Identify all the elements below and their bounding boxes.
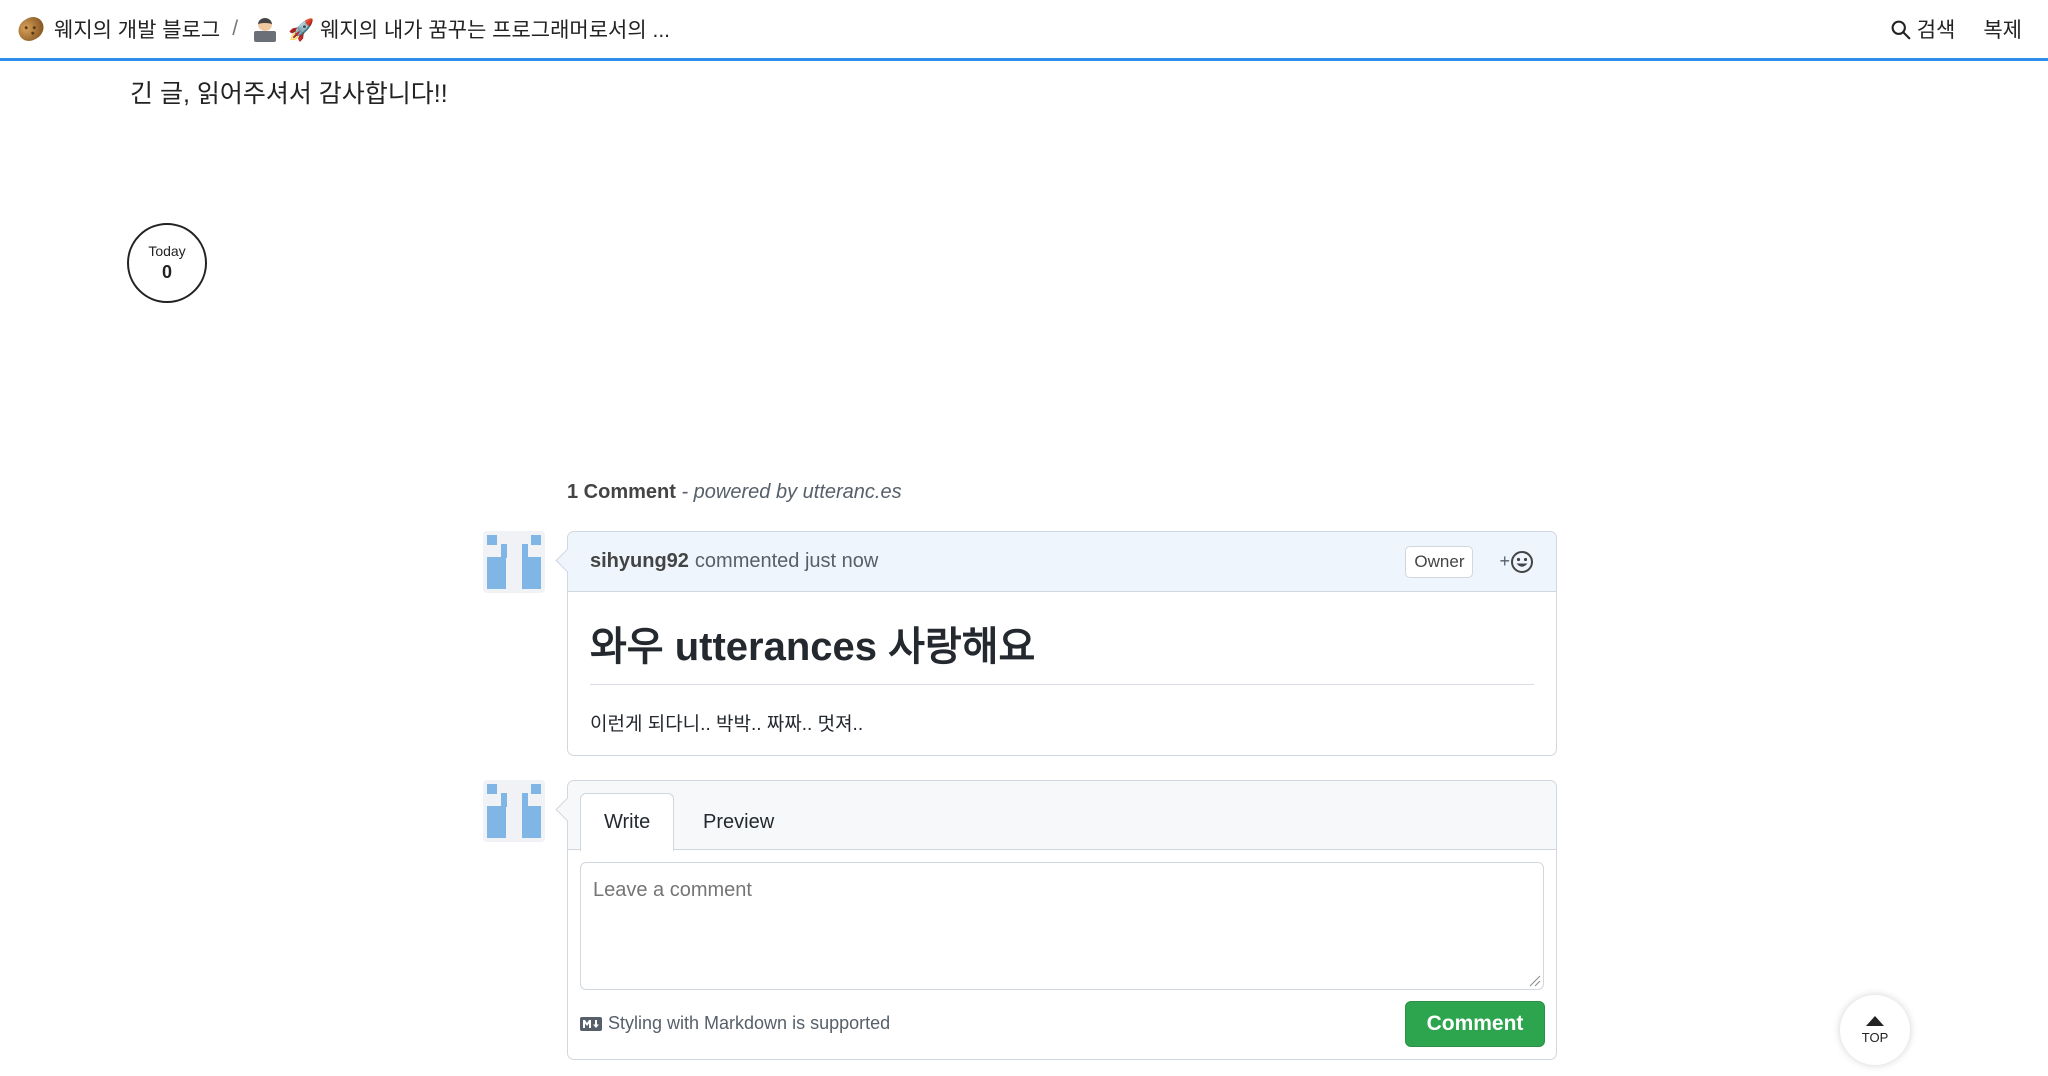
add-reaction-button[interactable]: +: [1499, 550, 1534, 574]
visit-counter: Today 0: [127, 223, 207, 303]
comment-header: sihyung92 commented just now Owner +: [568, 532, 1556, 592]
breadcrumb-separator: /: [232, 17, 239, 40]
editor-tabs: Write Preview: [568, 781, 1556, 851]
top-navigation-bar: 웨지의 개발 블로그 / 🚀 웨지의 내가 꿈꾸는 프로그래머로서의 ... 검…: [0, 0, 2048, 61]
search-button[interactable]: 검색: [1890, 14, 1956, 44]
smiley-icon: [1511, 550, 1533, 573]
comment-heading: 와우 utterances 사랑해요: [590, 614, 1534, 685]
current-user-avatar: [483, 780, 545, 842]
tab-write[interactable]: Write: [580, 793, 675, 851]
current-post-crumb: 🚀 웨지의 내가 꿈꾸는 프로그래머로서의 ...: [252, 14, 670, 44]
blog-home-link[interactable]: 웨지의 개발 블로그: [14, 12, 221, 46]
blog-title: 웨지의 개발 블로그: [54, 19, 221, 42]
search-label: 검색: [1916, 19, 1956, 42]
scroll-top-label: TOP: [1861, 1029, 1889, 1045]
reaction-plus: +: [1499, 551, 1510, 571]
commenter-avatar[interactable]: [483, 531, 545, 593]
tab-preview[interactable]: Preview: [680, 793, 797, 851]
visit-counter-label: Today: [148, 243, 186, 259]
markdown-support-note[interactable]: Styling with Markdown is supported: [580, 1013, 890, 1034]
markdown-icon: [580, 1016, 602, 1031]
submit-comment-button[interactable]: Comment: [1405, 1001, 1545, 1047]
arrow-up-icon: [1866, 1015, 1884, 1026]
comment-card: sihyung92 commented just now Owner + 와우 …: [567, 531, 1557, 756]
article-closing-text: 긴 글, 읽어주셔서 감사합니다!!: [130, 80, 448, 108]
copy-button[interactable]: 복제: [1983, 14, 2022, 44]
markdown-note-text: Styling with Markdown is supported: [608, 1013, 891, 1033]
post-title: 🚀 웨지의 내가 꿈꾸는 프로그래머로서의 ...: [288, 19, 671, 42]
comment-textarea[interactable]: [580, 862, 1544, 990]
scroll-top-button[interactable]: TOP: [1840, 995, 1910, 1065]
hacker-icon: [252, 16, 278, 42]
resize-handle-icon[interactable]: [1529, 975, 1541, 987]
breadcrumb: 웨지의 개발 블로그 / 🚀 웨지의 내가 꿈꾸는 프로그래머로서의 ...: [14, 12, 670, 46]
comment-body: 와우 utterances 사랑해요 이런게 되다니.. 박박.. 짜짜.. 멋…: [568, 592, 1556, 758]
powered-by-link[interactable]: - powered by utteranc.es: [676, 481, 901, 503]
comment-author[interactable]: sihyung92: [590, 550, 689, 573]
search-icon: [1891, 20, 1911, 39]
comments-count-header: 1 Comment - powered by utteranc.es: [567, 481, 902, 504]
potato-icon: [14, 12, 48, 46]
comment-count: 1 Comment: [567, 481, 676, 503]
comment-editor: Write Preview Styling with Markdown is s…: [567, 780, 1557, 1060]
visit-counter-value: 0: [161, 262, 172, 282]
owner-badge: Owner: [1405, 545, 1474, 578]
comment-timestamp: commented just now: [694, 550, 879, 572]
comment-text: 이런게 되다니.. 박박.. 짜짜.. 멋져..: [590, 714, 864, 735]
